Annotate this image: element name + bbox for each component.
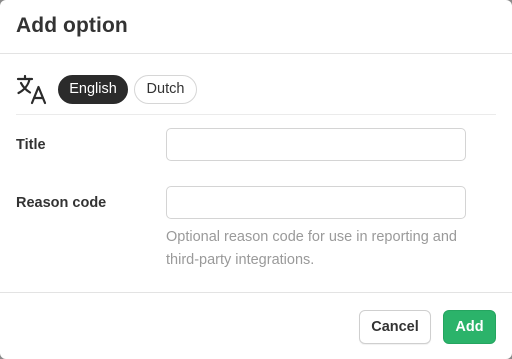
reason-code-help-text: Optional reason code for use in reportin…	[166, 229, 457, 268]
dialog-title: Add option	[16, 14, 128, 37]
language-switcher: English Dutch	[16, 72, 496, 115]
reason-code-label: Reason code	[16, 195, 107, 211]
language-option-dutch[interactable]: Dutch	[134, 75, 197, 104]
title-label: Title	[16, 137, 46, 153]
dialog-header: Add option	[0, 0, 512, 54]
add-button[interactable]: Add	[443, 310, 496, 344]
translate-icon	[16, 74, 47, 105]
language-option-english[interactable]: English	[58, 75, 128, 104]
cancel-button[interactable]: Cancel	[359, 310, 431, 344]
reason-code-input[interactable]	[166, 186, 466, 219]
add-option-dialog: Add option English Dutch Title Reason co…	[0, 0, 512, 359]
title-input[interactable]	[166, 128, 466, 161]
dialog-footer: Cancel Add	[0, 292, 512, 359]
